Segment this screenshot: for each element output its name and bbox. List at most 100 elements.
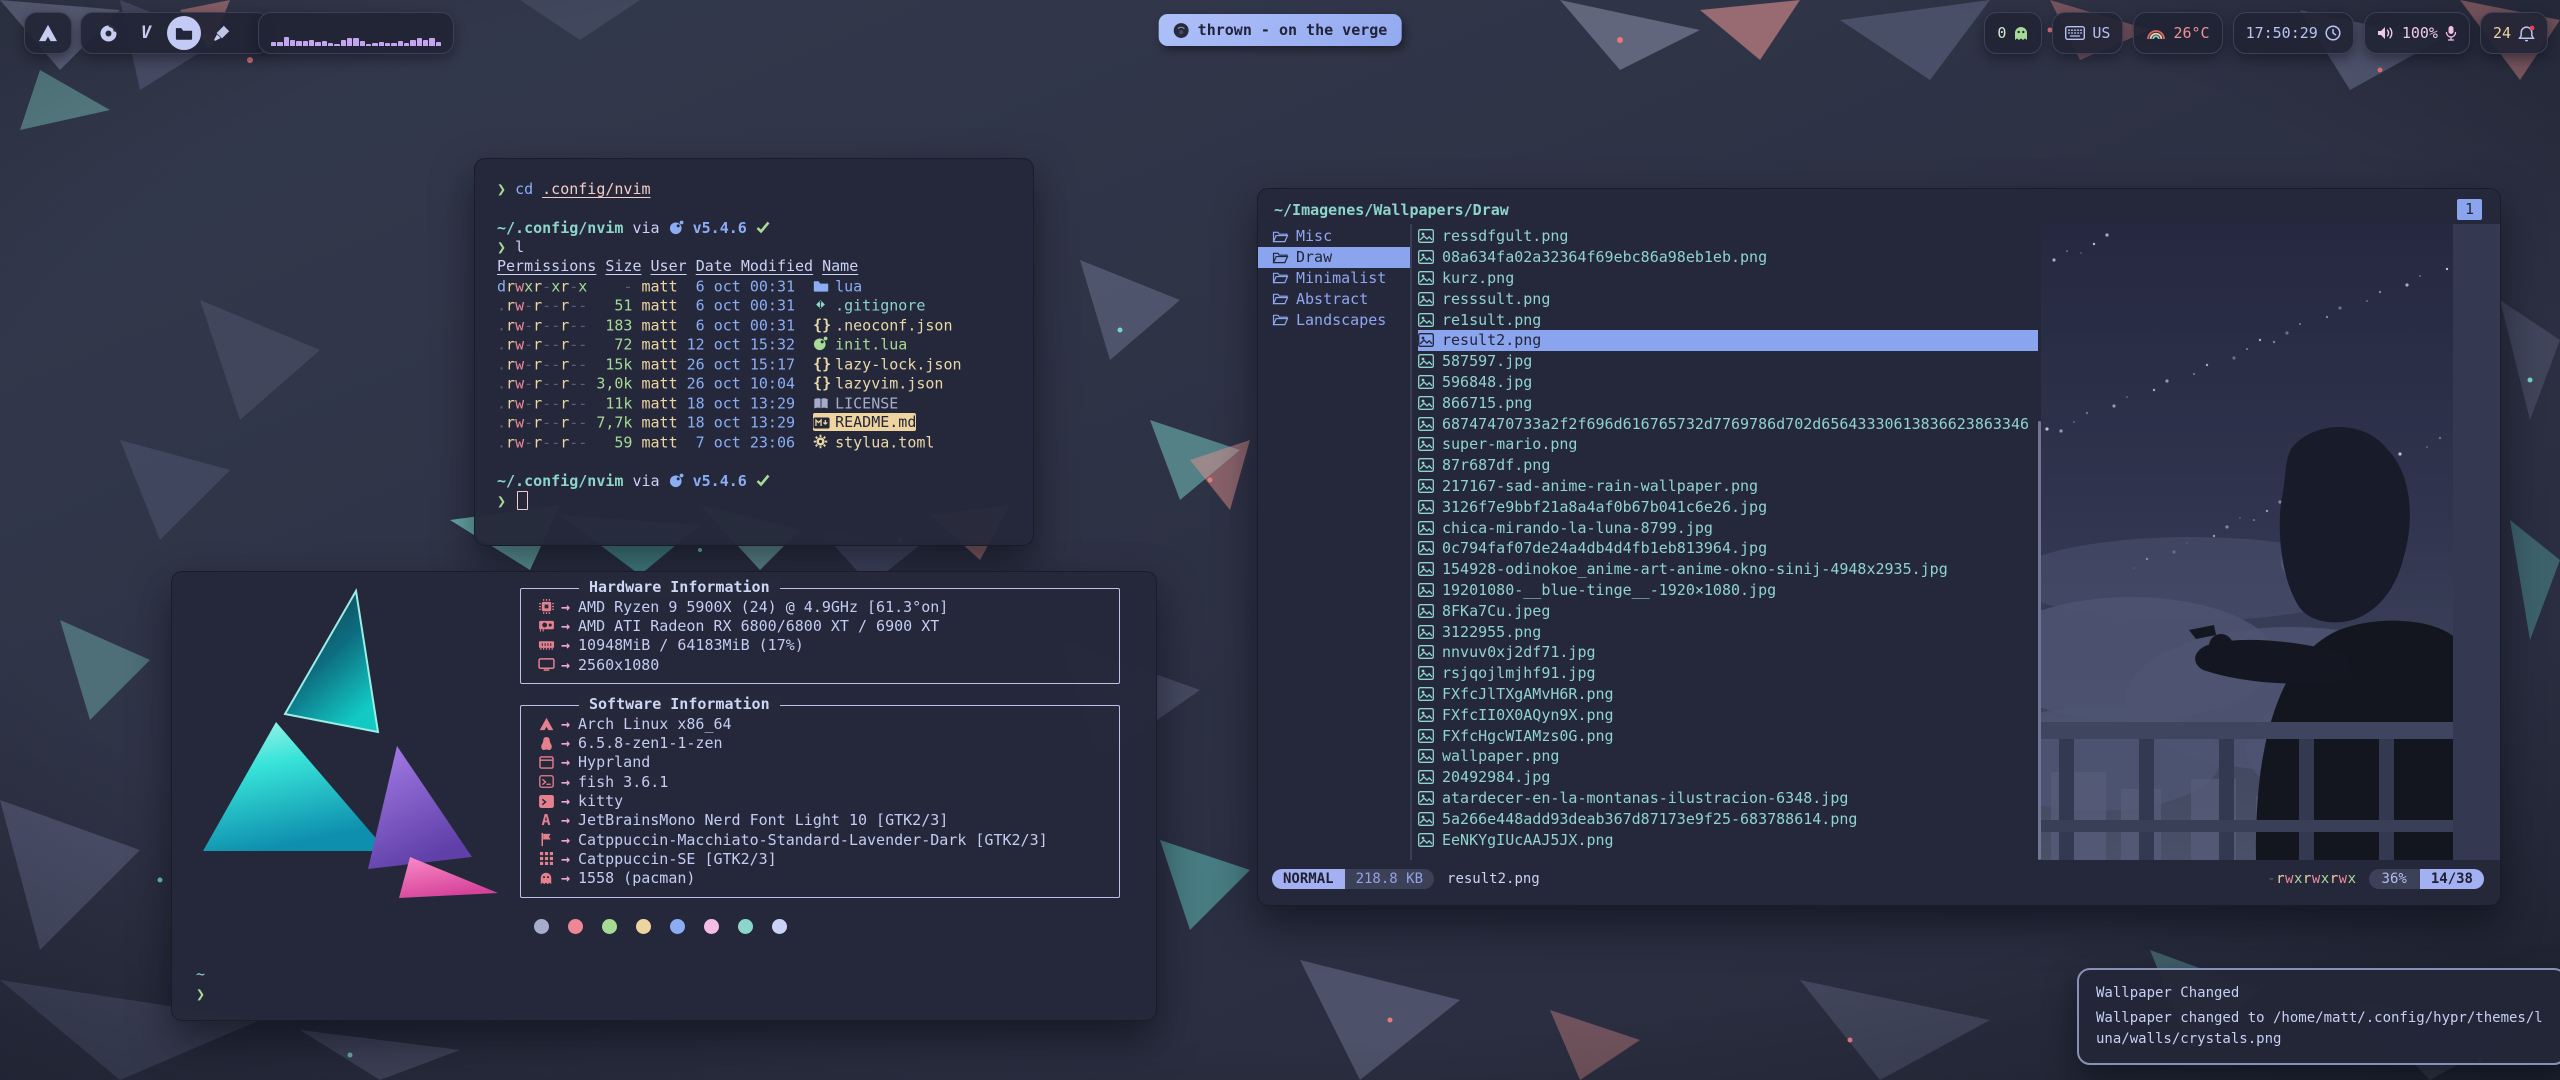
arrow-icon: → xyxy=(561,869,570,887)
file-row[interactable]: 87r687df.png xyxy=(1418,455,2038,476)
image-file-icon xyxy=(1418,666,1442,680)
file-row[interactable]: 866715.png xyxy=(1418,392,2038,413)
file-type-icon: {} xyxy=(813,316,835,336)
arrow-icon: → xyxy=(561,811,570,829)
notifications-widget[interactable]: 24 xyxy=(2480,12,2548,54)
image-file-icon xyxy=(1418,292,1442,306)
file-row[interactable]: atardecer-en-la-montanas-ilustracion-634… xyxy=(1418,788,2038,809)
status-filename: result2.png xyxy=(1447,871,1540,887)
file-row[interactable]: 3122955.png xyxy=(1418,621,2038,642)
palette-dot xyxy=(568,919,583,934)
fetch-info-row: →AMD Ryzen 9 5900X (24) @ 4.9GHz [61.3°o… xyxy=(531,597,1109,616)
file-row[interactable]: FXfcII0X0AQyn9X.png xyxy=(1418,704,2038,725)
file-type-icon: {} xyxy=(813,374,835,394)
file-manager-window[interactable]: ~/Imagenes/Wallpapers/Draw 1 MiscDrawMin… xyxy=(1257,188,2501,906)
file-row[interactable]: 154928-odinokoe_anime-art-anime-okno-sin… xyxy=(1418,559,2038,580)
file-row[interactable]: EeNKYgIUcAAJ5JX.png xyxy=(1418,829,2038,850)
palette-dot xyxy=(704,919,719,934)
sidebar-item-misc[interactable]: Misc xyxy=(1258,226,1410,247)
file-row[interactable]: resssult.png xyxy=(1418,288,2038,309)
clock-widget[interactable]: 17:50:29 xyxy=(2233,12,2354,54)
terminal-file-row: .rw-r--r-- 15k matt 26 oct 15:17 {}lazy-… xyxy=(497,355,1011,375)
audio-widget[interactable]: 100% xyxy=(2364,12,2470,54)
visualizer-bar xyxy=(309,40,314,46)
palette-dot xyxy=(534,919,549,934)
visualizer-bar xyxy=(353,38,358,46)
file-row[interactable]: 587597.jpg xyxy=(1418,351,2038,372)
terminal-command-line: ❯ cd .config/nvim xyxy=(497,179,1011,199)
sidebar-item-minimalist[interactable]: Minimalist xyxy=(1258,268,1410,289)
sidebar-item-landscapes[interactable]: Landscapes xyxy=(1258,309,1410,330)
visualizer-bar xyxy=(417,38,422,46)
image-file-icon xyxy=(1418,770,1442,784)
file-row[interactable]: 8FKa7Cu.jpeg xyxy=(1418,600,2038,621)
file-row[interactable]: 217167-sad-anime-rain-wallpaper.png xyxy=(1418,476,2038,497)
visualizer-bar xyxy=(296,41,301,46)
system-tray: 0 US 26°C 17:50:29 10 xyxy=(1984,12,2548,54)
distro-logo xyxy=(198,588,498,898)
fetch-info-row: →Hyprland xyxy=(531,753,1109,772)
file-row[interactable]: wallpaper.png xyxy=(1418,746,2038,767)
image-file-icon xyxy=(1418,396,1442,410)
grid-icon xyxy=(531,852,561,865)
software-info-title: Software Information xyxy=(579,695,780,713)
arrow-icon: → xyxy=(561,792,570,810)
terminal-input-line[interactable]: ❯ xyxy=(497,491,1011,511)
file-row[interactable]: chica-mirando-la-luna-8799.jpg xyxy=(1418,517,2038,538)
visualizer-bar xyxy=(423,40,428,46)
image-file-icon xyxy=(1418,562,1442,576)
updates-widget[interactable]: 0 xyxy=(1984,12,2042,54)
tab-badge[interactable]: 1 xyxy=(2457,199,2482,220)
file-row[interactable]: 08a634fa02a32364f69ebc86a98eb1eb.png xyxy=(1418,247,2038,268)
terminal-file-row: .rw-r--r-- 59 matt 7 oct 23:06 stylua.to… xyxy=(497,433,1011,453)
palette-dot xyxy=(636,919,651,934)
image-preview-pane xyxy=(2041,224,2500,860)
image-file-icon xyxy=(1418,541,1442,555)
fetch-info-row: →1558 (pacman) xyxy=(531,869,1109,888)
status-permissions: -rwxrwxrwx xyxy=(2267,871,2356,887)
file-row[interactable]: FXfcJlTXgAMvH6R.png xyxy=(1418,684,2038,705)
audio-visualizer[interactable] xyxy=(258,12,454,54)
image-file-icon xyxy=(1418,375,1442,389)
file-row[interactable]: re1sult.png xyxy=(1418,309,2038,330)
folder-icon[interactable] xyxy=(167,16,201,50)
file-row[interactable]: kurz.png xyxy=(1418,268,2038,289)
visualizer-bar xyxy=(328,43,333,46)
file-row[interactable]: ressdfgult.png xyxy=(1418,226,2038,247)
file-row[interactable]: result2.png xyxy=(1418,330,2038,351)
tux-icon xyxy=(531,736,561,751)
file-row[interactable]: FXfcHgcWIAMzs0G.png xyxy=(1418,725,2038,746)
fetch-prompt[interactable]: ~ ❯ xyxy=(196,964,205,1004)
terminal-window[interactable]: ❯ cd .config/nvim ~/.config/nvim via v5.… xyxy=(474,158,1034,546)
file-row[interactable]: 0c794faf07de24a4db4d4fb1eb813964.jpg xyxy=(1418,538,2038,559)
file-row[interactable]: 68747470733a2f2f696d616765732d7769786d70… xyxy=(1418,413,2038,434)
sidebar-item-abstract[interactable]: Abstract xyxy=(1258,288,1410,309)
keyboard-layout-widget[interactable]: US xyxy=(2052,12,2123,54)
palette-dot xyxy=(772,919,787,934)
firefox-icon[interactable] xyxy=(91,16,125,50)
file-row[interactable]: super-mario.png xyxy=(1418,434,2038,455)
visualizer-bar xyxy=(322,41,327,46)
file-row[interactable]: rsjqojlmjhf91.jpg xyxy=(1418,663,2038,684)
folder-open-icon xyxy=(1272,292,1296,305)
fetch-window[interactable]: Hardware Information →AMD Ryzen 9 5900X … xyxy=(171,571,1157,1021)
ls-header-row: Permissions Size User Date Modified Name xyxy=(497,257,1011,277)
file-row[interactable]: 5a266e448add93deab367d87173e9f25-6837886… xyxy=(1418,808,2038,829)
notification-popup[interactable]: Wallpaper Changed Wallpaper changed to /… xyxy=(2077,968,2560,1065)
file-row[interactable]: 19201080-__blue-tinge__-1920×1080.jpg xyxy=(1418,580,2038,601)
image-file-icon xyxy=(1418,749,1442,763)
sidebar-item-draw[interactable]: Draw xyxy=(1258,247,1410,268)
vim-icon[interactable]: V xyxy=(129,16,163,50)
file-row[interactable]: 596848.jpg xyxy=(1418,372,2038,393)
brush-icon[interactable] xyxy=(205,16,239,50)
file-row[interactable]: 20492984.jpg xyxy=(1418,767,2038,788)
notification-body: Wallpaper changed to /home/matt/.config/… xyxy=(2096,1008,2548,1050)
launcher-button[interactable] xyxy=(24,12,72,54)
visualizer-bar xyxy=(347,38,352,46)
weather-widget[interactable]: 26°C xyxy=(2133,12,2222,54)
file-row[interactable]: nnvuv0xj2df71.jpg xyxy=(1418,642,2038,663)
folder-open-icon xyxy=(1272,313,1296,326)
file-row[interactable]: 3126f7e9bbf21a8a4af0b67b041c6e26.jpg xyxy=(1418,496,2038,517)
image-file-icon xyxy=(1418,645,1442,659)
active-window-title[interactable]: thrown - on the verge xyxy=(1159,14,1402,46)
